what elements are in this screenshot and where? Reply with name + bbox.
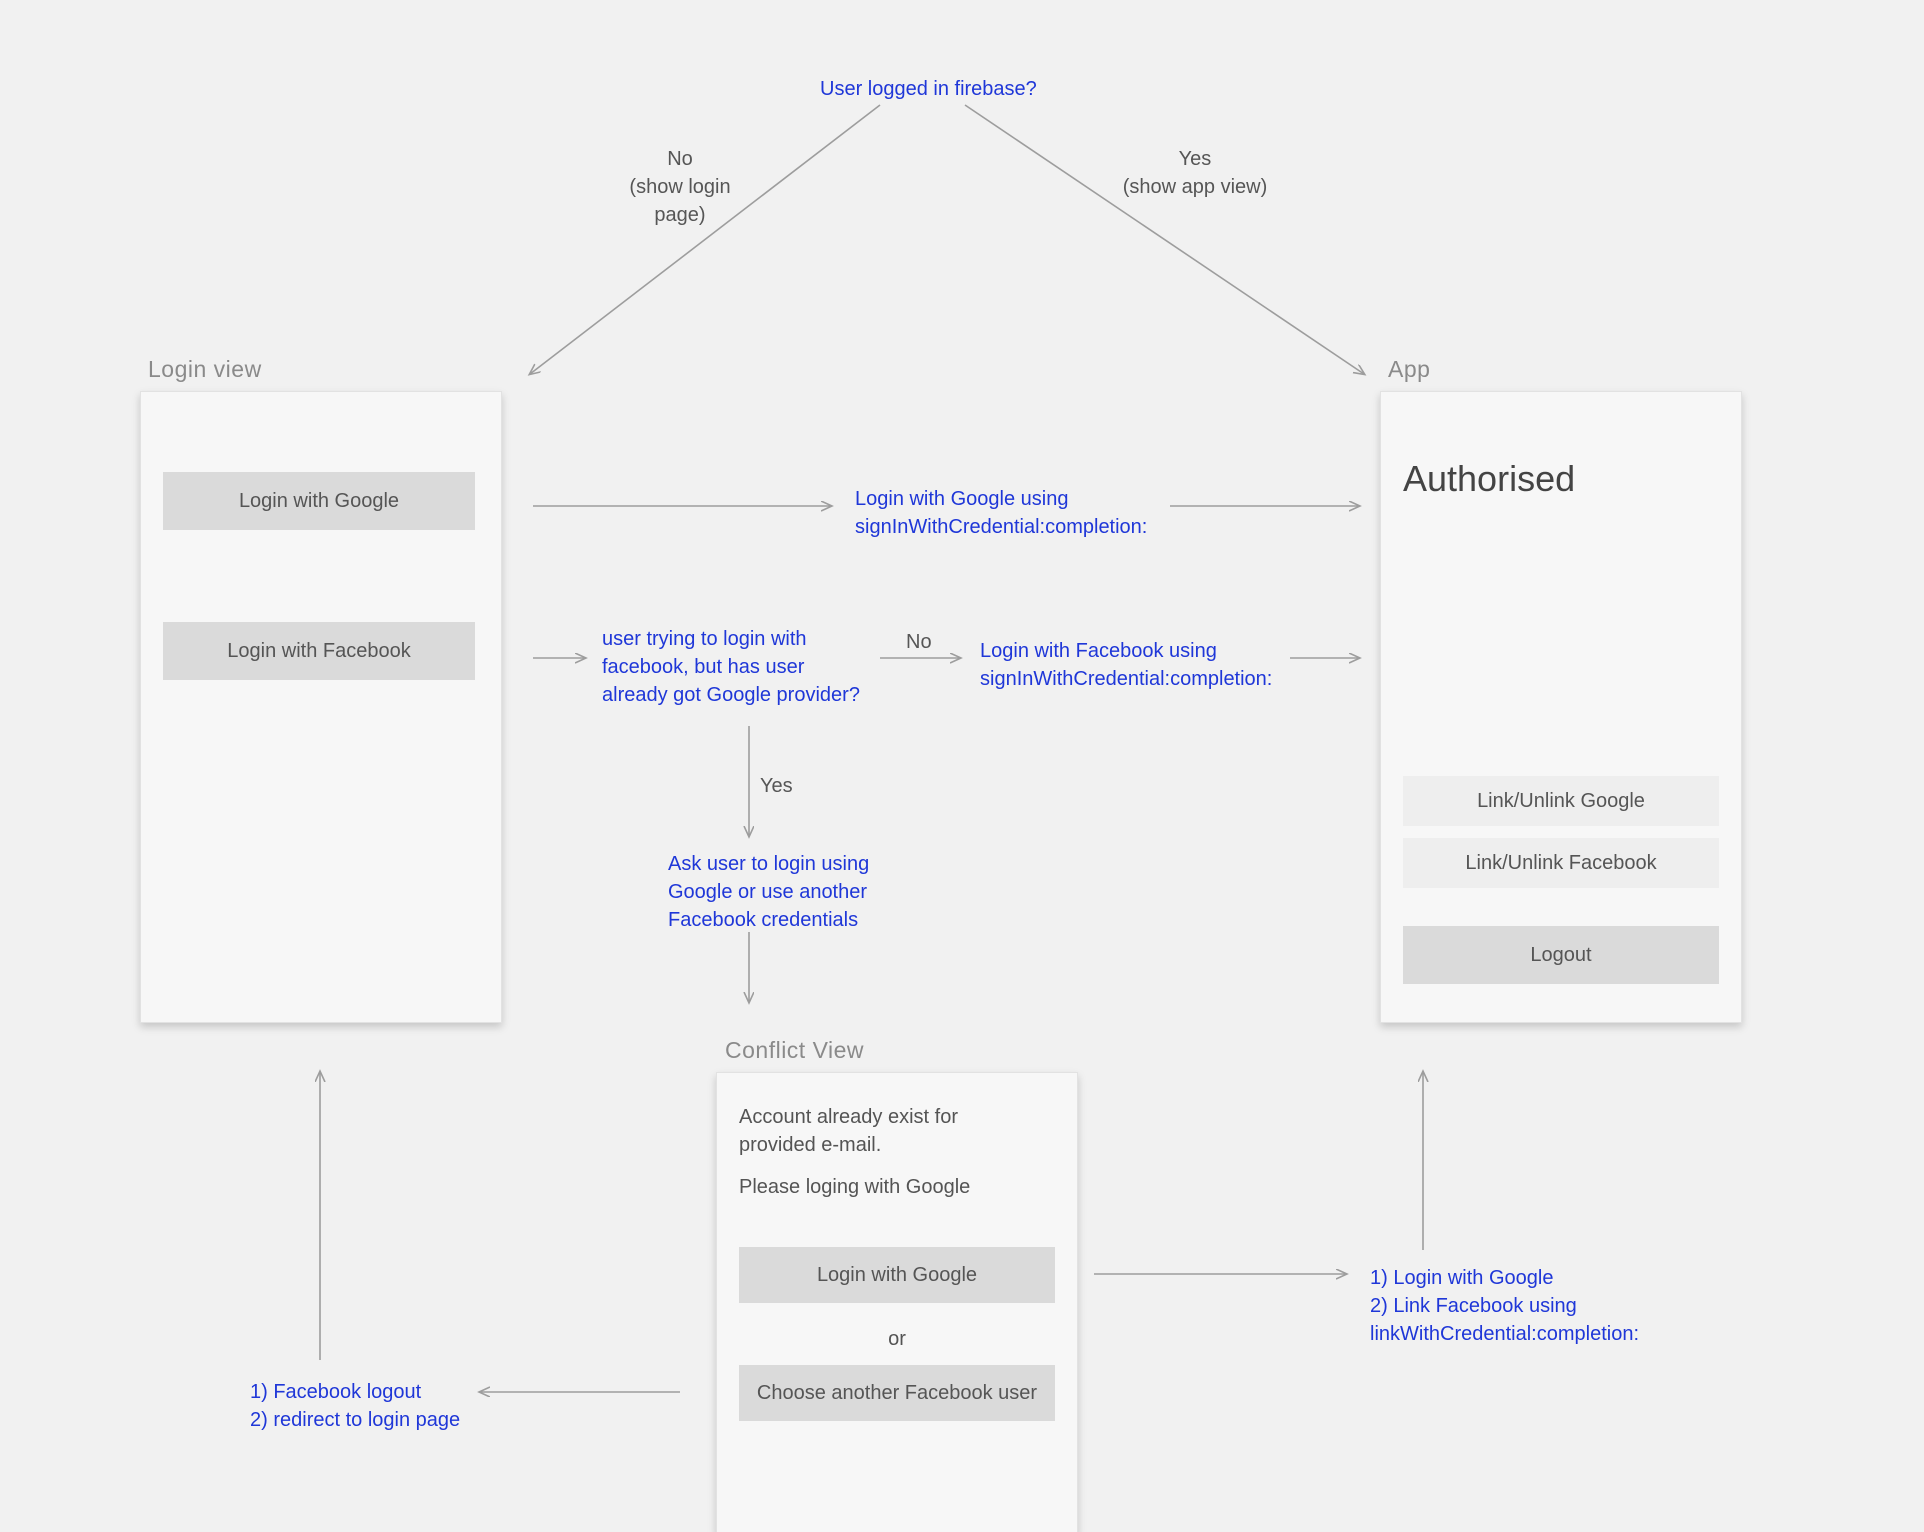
- app-authorised-heading: Authorised: [1403, 454, 1575, 504]
- link-unlink-google-button[interactable]: Link/Unlink Google: [1403, 776, 1719, 826]
- flow-google-login-action: Login with Google using signInWithCreden…: [855, 485, 1155, 541]
- logout-button[interactable]: Logout: [1403, 926, 1719, 984]
- login-with-google-button[interactable]: Login with Google: [163, 472, 475, 530]
- login-view-panel: Login with Google Login with Facebook: [140, 391, 502, 1023]
- conflict-login-with-google-label: Login with Google: [817, 1265, 977, 1285]
- branch-yes-answer: Yes: [1179, 148, 1212, 170]
- conflict-outcome-left-1: 1) Facebook logout: [250, 1381, 421, 1403]
- app-view-panel: Authorised Link/Unlink Google Link/Unlin…: [1380, 391, 1742, 1023]
- root-question: User logged in firebase?: [820, 75, 1037, 103]
- flow-facebook-login-action: Login with Facebook using signInWithCred…: [980, 637, 1280, 693]
- conflict-view-panel: Account already exist for provided e-mai…: [716, 1072, 1078, 1532]
- branch-no-hint: (show login page): [629, 176, 730, 226]
- conflict-other-facebook-button[interactable]: Choose another Facebook user: [739, 1365, 1055, 1421]
- branch-no-answer: No: [667, 148, 693, 170]
- flow-conflict-prompt: Ask user to login using Google or use an…: [668, 850, 878, 934]
- app-view-title: App: [1388, 353, 1430, 385]
- conflict-outcome-right: 1) Login with Google 2) Link Facebook us…: [1370, 1264, 1690, 1348]
- flow-facebook-check-no: No: [906, 628, 932, 656]
- flow-facebook-check-yes: Yes: [760, 772, 793, 800]
- login-with-facebook-label: Login with Facebook: [227, 641, 410, 661]
- conflict-other-facebook-label: Choose another Facebook user: [757, 1383, 1037, 1403]
- link-unlink-facebook-button[interactable]: Link/Unlink Facebook: [1403, 838, 1719, 888]
- conflict-outcome-right-1: 1) Login with Google: [1370, 1267, 1553, 1289]
- conflict-login-with-google-button[interactable]: Login with Google: [739, 1247, 1055, 1303]
- conflict-outcome-left: 1) Facebook logout 2) redirect to login …: [250, 1378, 510, 1434]
- logout-label: Logout: [1530, 945, 1591, 965]
- login-view-title: Login view: [148, 353, 262, 385]
- conflict-view-title: Conflict View: [725, 1034, 864, 1066]
- conflict-msg-line1: Account already exist for provided e-mai…: [739, 1103, 999, 1159]
- branch-yes-label: Yes (show app view): [1115, 145, 1275, 201]
- conflict-outcome-right-2: 2) Link Facebook using linkWithCredentia…: [1370, 1295, 1639, 1345]
- link-unlink-facebook-label: Link/Unlink Facebook: [1465, 852, 1656, 875]
- branch-yes-hint: (show app view): [1123, 176, 1268, 198]
- login-with-google-label: Login with Google: [239, 491, 399, 511]
- conflict-or-label: or: [717, 1325, 1077, 1353]
- branch-no-label: No (show login page): [605, 145, 755, 229]
- conflict-outcome-left-2: 2) redirect to login page: [250, 1409, 460, 1431]
- login-with-facebook-button[interactable]: Login with Facebook: [163, 622, 475, 680]
- link-unlink-google-label: Link/Unlink Google: [1477, 790, 1645, 813]
- flow-facebook-check: user trying to login with facebook, but …: [602, 625, 862, 709]
- conflict-msg-line2: Please loging with Google: [739, 1173, 1039, 1201]
